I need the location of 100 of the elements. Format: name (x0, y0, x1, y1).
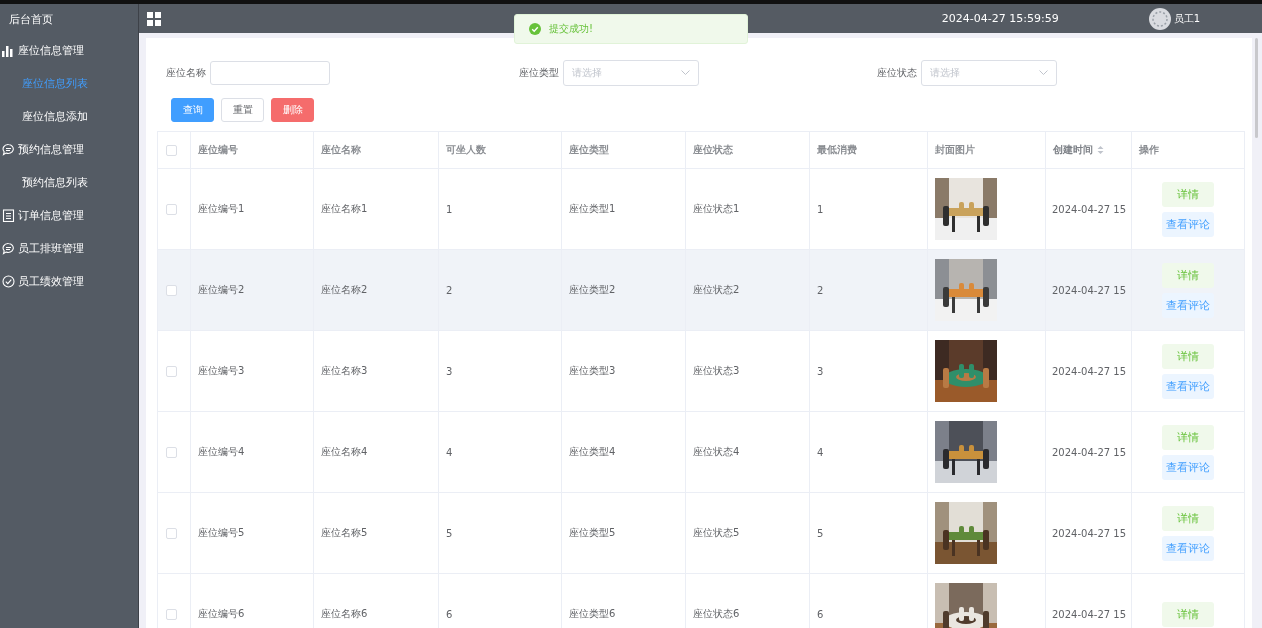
table-cell: 3 (446, 365, 453, 377)
sidebar-subitem[interactable]: 座位信息添加 (0, 100, 138, 133)
view-comments-button[interactable]: 查看评论 (1162, 211, 1214, 237)
details-button[interactable]: 详情 (1162, 601, 1214, 627)
column-header[interactable]: 创建时间 (1045, 131, 1132, 169)
table-cell: 6 (817, 608, 824, 620)
column-header: 最低消费 (809, 131, 928, 169)
table-cell: 座位编号3 (198, 365, 245, 376)
table-cell: 座位编号2 (198, 284, 245, 295)
table-cell: 2024-04-27 15 (1052, 365, 1127, 377)
column-header: 座位类型 (561, 131, 686, 169)
table-cell: 2 (446, 284, 453, 296)
table-row[interactable]: 座位编号3 座位名称3 3 座位类型3 座位状态3 3 2024-04-27 15 详情 查看评论 (157, 330, 1245, 412)
table-row[interactable]: 座位编号6 座位名称6 6 座位类型6 座位状态6 6 2024-04-27 15 详情 (157, 573, 1245, 628)
column-header: 封面图片 (927, 131, 1046, 169)
view-comments-button[interactable]: 查看评论 (1162, 373, 1214, 399)
table-cell: 座位状态2 (693, 284, 740, 295)
table-cell: 座位编号5 (198, 527, 245, 538)
table-row[interactable]: 座位编号5 座位名称5 5 座位类型5 座位状态5 5 2024-04-27 15 详情 查看评论 (157, 492, 1245, 574)
table-cell: 座位类型6 (569, 608, 616, 619)
table-cell: 2024-04-27 15 (1052, 446, 1127, 458)
sidebar-item[interactable]: 预约信息管理 (0, 133, 138, 166)
grid-menu-icon (147, 11, 161, 26)
sidebar-item[interactable]: 员工绩效管理 (0, 265, 138, 298)
table-cell: 座位类型2 (569, 284, 616, 295)
table-cell: 座位名称3 (321, 365, 368, 376)
view-comments-button[interactable]: 查看评论 (1162, 292, 1214, 318)
table-cell: 2024-04-27 15 (1052, 284, 1127, 296)
bar-chart-icon (2, 44, 15, 57)
user-name[interactable]: 员工1 (1173, 11, 1200, 26)
sidebar-item[interactable]: 后台首页 (0, 4, 138, 34)
table-cell: 4 (817, 446, 824, 458)
sidebar-item[interactable]: 员工排班管理 (0, 232, 138, 265)
table-cell: 座位名称2 (321, 284, 368, 295)
query-button[interactable]: 查询 (171, 98, 214, 122)
table-cell: 5 (446, 527, 453, 539)
table-cell: 座位类型1 (569, 203, 616, 214)
table-cell: 1 (817, 203, 824, 215)
table-cell: 座位状态4 (693, 446, 740, 457)
row-checkbox[interactable] (166, 446, 177, 458)
table-cell: 座位名称6 (321, 608, 368, 619)
scrollbar[interactable] (1255, 38, 1258, 138)
sort-icon (1097, 145, 1104, 155)
sidebar-item[interactable]: 座位信息管理 (0, 34, 138, 67)
table-cell: 座位名称4 (321, 446, 368, 457)
table-cell: 座位类型4 (569, 446, 616, 457)
details-button[interactable]: 详情 (1162, 424, 1214, 450)
reset-button[interactable]: 重置 (221, 98, 264, 122)
check-circle-icon (2, 275, 15, 288)
details-button[interactable]: 详情 (1162, 505, 1214, 531)
avatar-icon (1148, 7, 1171, 30)
row-checkbox[interactable] (166, 284, 177, 296)
table-cell: 4 (446, 446, 453, 458)
field-label: 座位类型 (519, 66, 559, 80)
table-cell: 1 (446, 203, 453, 215)
sidebar-item[interactable]: 订单信息管理 (0, 199, 138, 232)
check-circle-icon (529, 23, 541, 35)
table-row[interactable]: 座位编号2 座位名称2 2 座位类型2 座位状态2 2 2024-04-27 15 详情 查看评论 (157, 249, 1245, 331)
column-header: 座位名称 (313, 131, 439, 169)
delete-button[interactable]: 删除 (271, 98, 314, 122)
details-button[interactable]: 详情 (1162, 181, 1214, 207)
table-cell: 座位名称1 (321, 203, 368, 214)
table-cell: 座位编号1 (198, 203, 245, 214)
field-label: 座位状态 (877, 66, 917, 80)
table-cell: 座位状态1 (693, 203, 740, 214)
details-button[interactable]: 详情 (1162, 343, 1214, 369)
table-cell: 2024-04-27 15 (1052, 203, 1127, 215)
table-cell: 座位类型3 (569, 365, 616, 376)
table-row[interactable]: 座位编号1 座位名称1 1 座位类型1 座位状态1 1 2024-04-27 15 详情 查看评论 (157, 168, 1245, 250)
document-icon (2, 209, 15, 222)
table-cell: 3 (817, 365, 824, 377)
details-button[interactable]: 详情 (1162, 262, 1214, 288)
table-cell: 2024-04-27 15 (1052, 527, 1127, 539)
chevron-down-icon (681, 70, 690, 76)
chat-bubble-icon (2, 242, 15, 255)
column-header: 可坐人数 (438, 131, 562, 169)
row-checkbox[interactable] (166, 203, 177, 215)
table-cell: 6 (446, 608, 453, 620)
table-row[interactable]: 座位编号4 座位名称4 4 座位类型4 座位状态4 4 2024-04-27 15 详情 查看评论 (157, 411, 1245, 493)
row-checkbox[interactable] (166, 365, 177, 377)
row-checkbox[interactable] (166, 527, 177, 539)
view-comments-button[interactable]: 查看评论 (1162, 535, 1214, 561)
sidebar-subitem[interactable]: 预约信息列表 (0, 166, 138, 199)
row-checkbox[interactable] (166, 608, 177, 620)
input-field[interactable] (210, 61, 330, 85)
table-cell: 座位名称5 (321, 527, 368, 538)
view-comments-button[interactable]: 查看评论 (1162, 454, 1214, 480)
date-time: 2024-04-27 15:59:59 (941, 12, 1059, 25)
field-label: 座位名称 (166, 66, 206, 80)
table-cell: 2024-04-27 15 (1052, 608, 1127, 620)
table-cell: 座位编号4 (198, 446, 245, 457)
column-header: 座位编号 (190, 131, 314, 169)
table-cell: 座位状态6 (693, 608, 740, 619)
table-cell: 座位状态5 (693, 527, 740, 538)
column-header: 操作 (1131, 131, 1245, 169)
column-header: 座位状态 (685, 131, 810, 169)
table-cell: 座位状态3 (693, 365, 740, 376)
table-cell: 座位类型5 (569, 527, 616, 538)
sidebar-subitem[interactable]: 座位信息列表 (0, 67, 138, 100)
select-all-checkbox[interactable] (166, 144, 177, 156)
